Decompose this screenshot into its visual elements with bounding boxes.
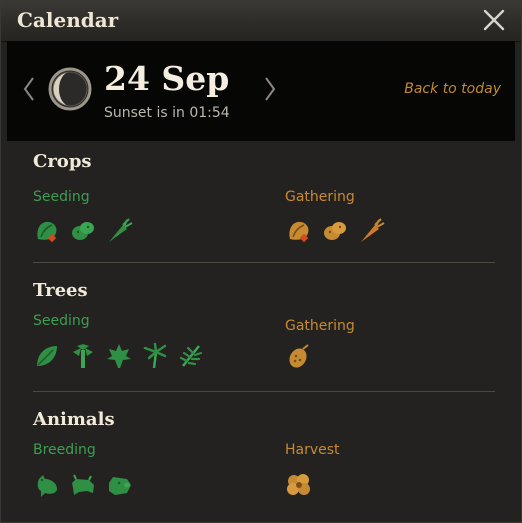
sunset-countdown: Sunset is in 01:54 [104,105,230,121]
chevron-left-icon[interactable] [21,74,37,104]
section-divider [33,391,495,392]
wool-icon[interactable] [285,471,313,499]
current-date: 24 Sep [104,59,230,98]
gathering-label: Gathering [285,189,355,205]
potato-icon[interactable] [69,217,97,245]
breeding-icons [33,471,133,499]
section-title: Trees [33,280,88,301]
gathering-icons [285,217,385,245]
section-trees: Trees Seeding Gathering [21,280,499,390]
lettuce-icon[interactable] [285,217,313,245]
gathering-label: Gathering [285,318,355,334]
birch-icon[interactable] [69,342,97,370]
section-animals: Animals Breeding Harvest [21,409,499,519]
harvest-label: Harvest [285,442,340,458]
palm-icon[interactable] [141,342,169,370]
seeding-icons [33,217,133,245]
window-title: Calendar [17,8,119,32]
potato-icon[interactable] [321,217,349,245]
date-header: 24 Sep Sunset is in 01:54 Back to today [7,41,515,141]
title-bar: Calendar [1,1,521,42]
calendar-window: Calendar 24 Sep Sunset is in 01:54 Back … [0,0,522,523]
carrot-icon[interactable] [357,217,385,245]
seeding-icons [33,342,205,370]
chicken-icon[interactable] [33,471,61,499]
breeding-label: Breeding [33,442,96,458]
back-to-today-link[interactable]: Back to today [404,81,501,97]
lettuce-icon[interactable] [33,217,61,245]
pine-icon[interactable] [177,342,205,370]
section-title: Crops [33,151,92,172]
section-divider [33,262,495,263]
seeding-label: Seeding [33,313,90,329]
pig-icon[interactable] [105,471,133,499]
section-title: Animals [33,409,115,430]
moon-phase-icon [48,67,92,111]
chevron-right-icon[interactable] [262,74,278,104]
gathering-icons [285,342,313,370]
pinecone-icon[interactable] [285,342,313,370]
harvest-icons [285,471,313,499]
carrot-icon[interactable] [105,217,133,245]
section-crops: Crops Seeding Gathering [21,151,499,261]
leaf-icon[interactable] [33,342,61,370]
seeding-label: Seeding [33,189,90,205]
maple-leaf-icon[interactable] [105,342,133,370]
close-icon[interactable] [481,7,507,33]
cow-icon[interactable] [69,471,97,499]
